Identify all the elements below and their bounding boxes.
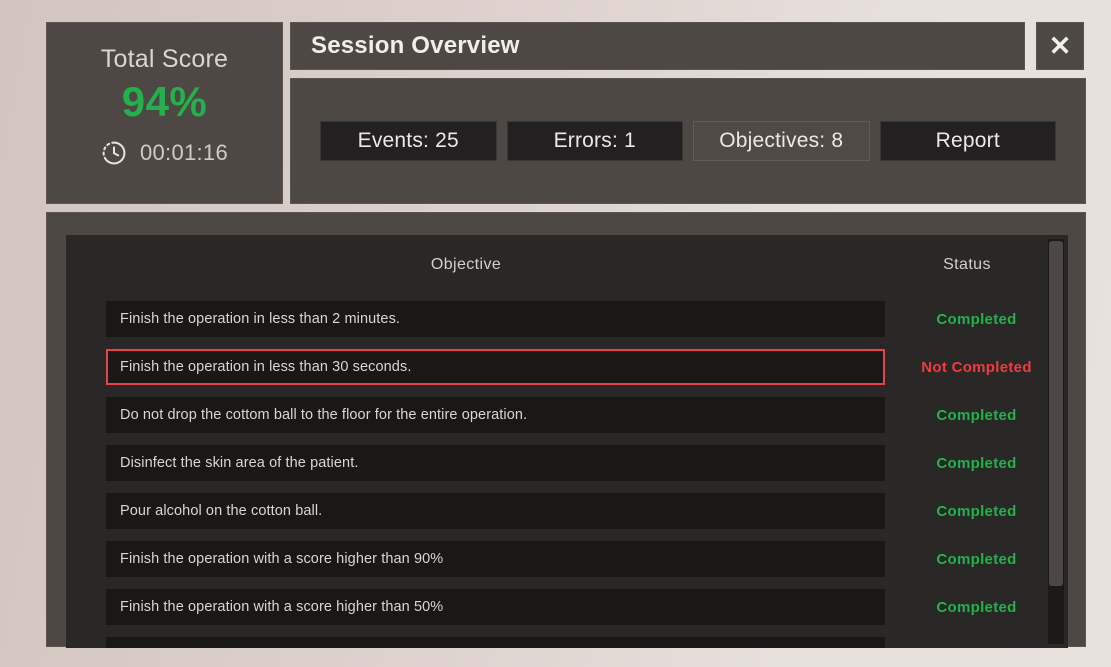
status-badge: Completed: [936, 454, 1017, 472]
objective-cell[interactable]: Finish the operation in less than 30 sec…: [106, 349, 885, 385]
status-badge: Completed: [936, 550, 1017, 568]
table-row: Finish the operation in less than 2 minu…: [66, 295, 1068, 343]
table-row: Pour alcohol on the cotton ball. Complet…: [66, 487, 1068, 535]
objective-cell[interactable]: Do not drop the cottom ball to the floor…: [106, 397, 885, 433]
objective-text: Finish the operation in less than 30 sec…: [120, 359, 412, 375]
tab-report-label: Report: [935, 129, 1000, 152]
objective-text: Disinfect the skin area of the patient.: [120, 455, 359, 471]
objective-text: Finish the operation with a score higher…: [120, 551, 444, 567]
clock-icon: [101, 140, 127, 166]
close-icon: ✕: [1048, 30, 1072, 61]
total-score-value: 94%: [121, 78, 208, 125]
total-score-card: Total Score 94% 00:01:16: [46, 22, 283, 204]
status-badge: Completed: [936, 598, 1017, 616]
objective-cell[interactable]: Pour alcohol on the cotton ball.: [106, 493, 885, 529]
objectives-table: Objective Status Finish the operation in…: [66, 235, 1068, 648]
objective-text: Do not drop the cottom ball to the floor…: [120, 407, 528, 423]
tab-events-label: Events: 25: [357, 129, 459, 152]
scrollbar[interactable]: [1048, 239, 1064, 644]
status-badge: Completed: [936, 406, 1017, 424]
close-button[interactable]: ✕: [1036, 22, 1084, 70]
session-overview-screen: Total Score 94% 00:01:16 Session Overvie…: [0, 0, 1111, 667]
tab-report[interactable]: Report: [879, 121, 1056, 161]
timer-row: 00:01:16: [101, 140, 228, 166]
page-title: Session Overview: [311, 32, 520, 59]
tab-objectives[interactable]: Objectives: 8: [693, 121, 870, 161]
table-header: Objective Status: [66, 235, 1068, 295]
objective-text: Finish the operation with a score higher…: [120, 599, 444, 615]
status-badge: Completed: [936, 502, 1017, 520]
tabs-panel: Events: 25 Errors: 1 Objectives: 8 Repor…: [290, 78, 1086, 204]
objective-cell[interactable]: Finish the operation with a score higher…: [106, 589, 885, 625]
tab-errors-label: Errors: 1: [553, 129, 636, 152]
tab-errors[interactable]: Errors: 1: [506, 121, 683, 161]
objective-cell[interactable]: Disinfect the skin area of the patient.: [106, 445, 885, 481]
table-row: [66, 631, 1068, 648]
objectives-panel: Objective Status Finish the operation in…: [46, 212, 1086, 648]
objective-text: Pour alcohol on the cotton ball.: [120, 503, 323, 519]
table-row: Disinfect the skin area of the patient. …: [66, 439, 1068, 487]
table-row: Finish the operation with a score higher…: [66, 583, 1068, 631]
timer-value: 00:01:16: [139, 140, 229, 165]
tab-events[interactable]: Events: 25: [320, 121, 497, 161]
objective-cell[interactable]: Finish the operation in less than 2 minu…: [106, 301, 885, 337]
objective-cell[interactable]: [106, 637, 885, 648]
status-badge: Completed: [936, 310, 1017, 328]
table-row: Finish the operation in less than 30 sec…: [66, 343, 1068, 391]
table-row: Do not drop the cottom ball to the floor…: [66, 391, 1068, 439]
scrollbar-thumb[interactable]: [1049, 241, 1063, 586]
total-score-label: Total Score: [100, 45, 229, 73]
status-badge: Not Completed: [921, 358, 1032, 376]
column-header-status: Status: [943, 256, 991, 273]
table-row: Finish the operation with a score higher…: [66, 535, 1068, 583]
objective-text: Finish the operation in less than 2 minu…: [120, 311, 401, 327]
session-overview-title-bar: Session Overview: [290, 22, 1025, 70]
objective-cell[interactable]: Finish the operation with a score higher…: [106, 541, 885, 577]
column-header-objective: Objective: [430, 256, 502, 273]
tab-objectives-label: Objectives: 8: [719, 129, 844, 152]
objectives-list: Finish the operation in less than 2 minu…: [66, 295, 1068, 648]
